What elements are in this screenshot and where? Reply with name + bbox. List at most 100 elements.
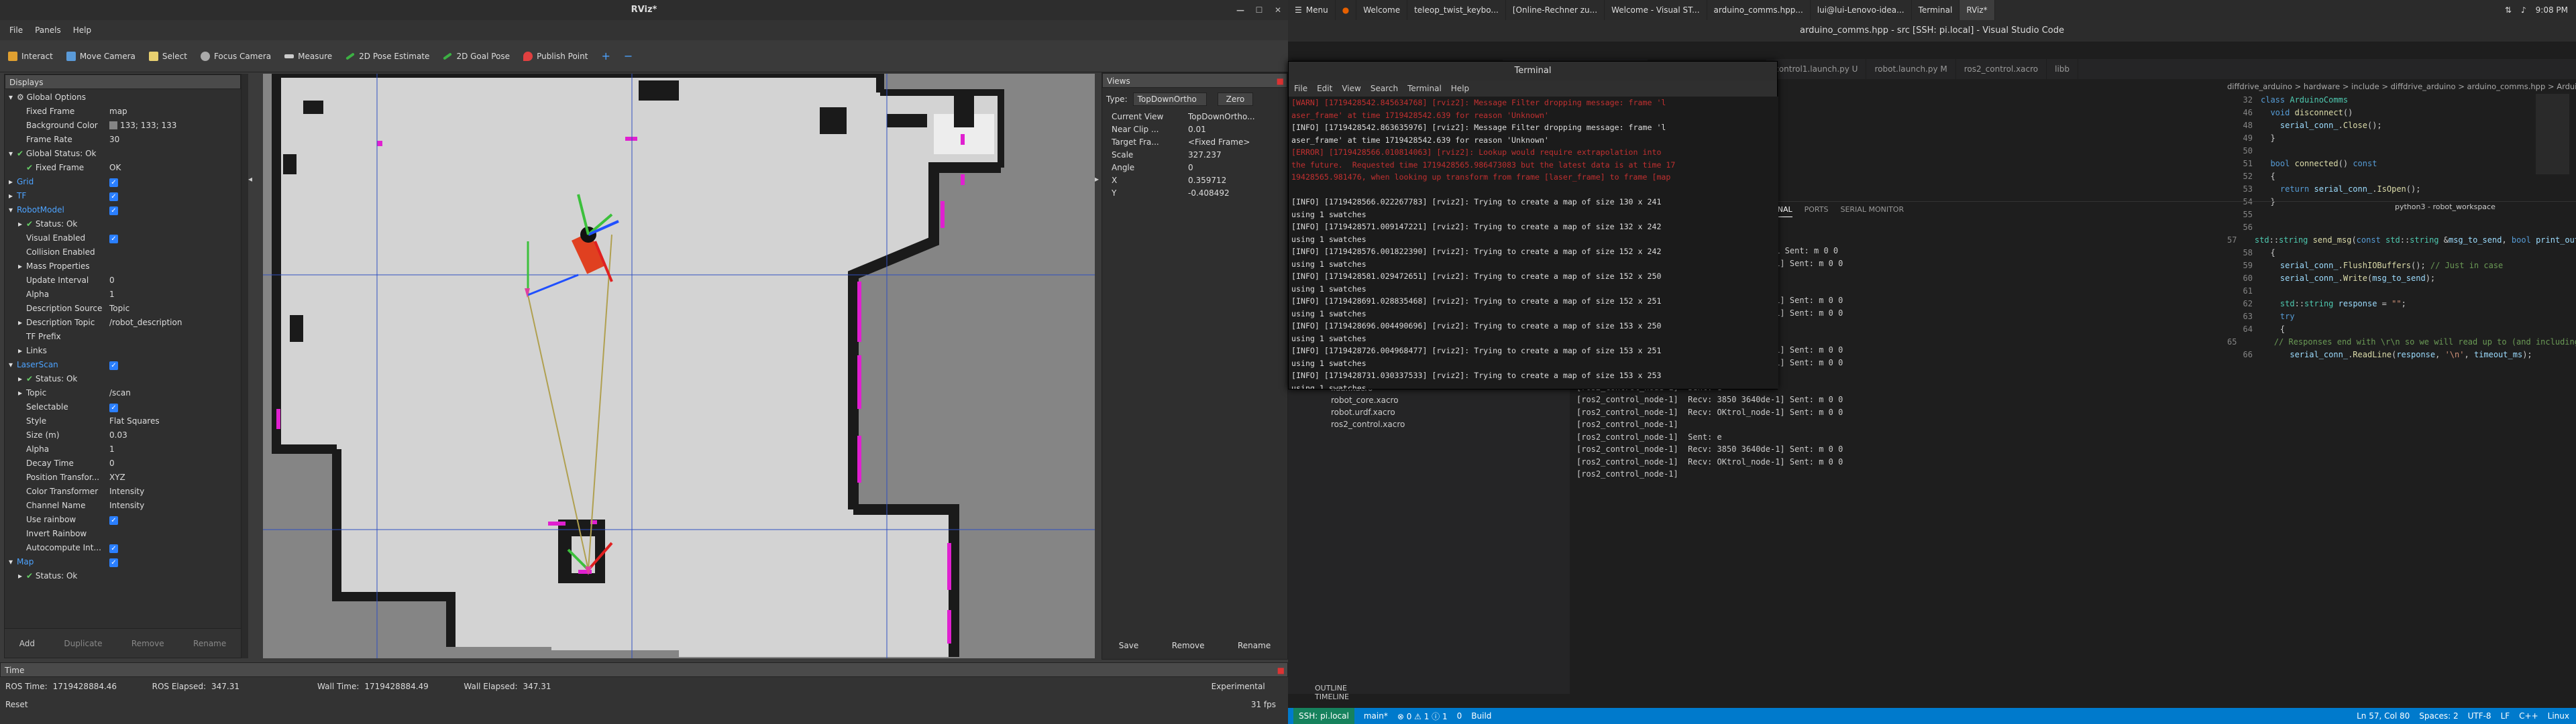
editor-tab[interactable]: libb bbox=[2047, 59, 2079, 79]
save-view-button[interactable]: Save bbox=[1119, 641, 1138, 650]
view-property-value[interactable]: TopDownOrtho... bbox=[1188, 111, 1287, 123]
menu-help[interactable]: Help bbox=[73, 20, 91, 40]
display-row[interactable]: Frame Rate 30 bbox=[5, 133, 236, 147]
add-tool-button[interactable]: + bbox=[601, 50, 610, 62]
display-row[interactable]: ▸ Links bbox=[5, 344, 236, 358]
display-property-value[interactable]: Intensity bbox=[105, 499, 236, 513]
view-type-select[interactable]: TopDownOrtho bbox=[1132, 93, 1207, 106]
display-property-value[interactable] bbox=[105, 245, 236, 259]
display-row[interactable]: ▸ Topic/scan bbox=[5, 386, 236, 400]
terminal-session[interactable]: python3 - robot_workspace bbox=[2395, 202, 2496, 211]
view-property-value[interactable]: 327.237 bbox=[1188, 149, 1287, 162]
display-property-value[interactable] bbox=[105, 147, 236, 161]
display-row[interactable]: Size (m) 0.03 bbox=[5, 428, 236, 442]
editor-tab[interactable]: robot.launch.py M bbox=[1866, 59, 1956, 79]
close-icon[interactable]: ✕ bbox=[1272, 4, 1284, 16]
taskbar-item-ssh[interactable]: lui@lui-Lenovo-idea... bbox=[1811, 0, 1912, 20]
view-property-row[interactable]: Scale 327.237 bbox=[1102, 149, 1287, 162]
display-row[interactable]: Position Transfor... XYZ bbox=[5, 471, 236, 485]
render-viewport[interactable] bbox=[263, 74, 1095, 658]
displays-scrollbar[interactable] bbox=[241, 74, 248, 658]
display-row[interactable]: ▸ Grid ✓ bbox=[5, 175, 236, 189]
expand-toggle-icon[interactable]: ▸ bbox=[9, 175, 17, 189]
taskbar-item-arduino-comms[interactable]: arduino_comms.hpp... bbox=[1707, 0, 1811, 20]
display-property-value[interactable]: 0 bbox=[105, 457, 236, 471]
tool-2d-goal-pose[interactable]: 2D Goal Pose bbox=[443, 52, 510, 61]
expand-toggle-icon[interactable]: ▾ bbox=[9, 555, 17, 569]
tool-measure[interactable]: Measure bbox=[284, 52, 332, 61]
view-property-value[interactable]: <Fixed Frame> bbox=[1188, 136, 1287, 149]
taskbar-item-rviz[interactable]: RViz* bbox=[1960, 0, 1995, 20]
view-property-row[interactable]: Near Clip ... 0.01 bbox=[1102, 123, 1287, 136]
display-row[interactable]: Alpha 1 bbox=[5, 442, 236, 457]
explorer-item[interactable]: ros2_control.xacro bbox=[1288, 418, 1570, 430]
close-icon[interactable]: ■ bbox=[1277, 663, 1285, 678]
display-row[interactable]: Update Interval 0 bbox=[5, 274, 236, 288]
expand-toggle-icon[interactable]: ▸ bbox=[18, 217, 26, 231]
terminal-menu-item[interactable]: View bbox=[1342, 80, 1360, 97]
view-property-value[interactable]: 0.359712 bbox=[1188, 174, 1287, 187]
display-row[interactable]: Description Source Topic bbox=[5, 302, 236, 316]
maximize-icon[interactable]: ☐ bbox=[1253, 4, 1265, 16]
display-property-value[interactable]: map bbox=[105, 105, 236, 119]
checkbox[interactable]: ✓ bbox=[109, 235, 118, 243]
display-row[interactable]: ▾ LaserScan ✓ bbox=[5, 358, 236, 372]
expand-toggle-icon[interactable]: ▾ bbox=[9, 147, 17, 161]
display-property-value[interactable]: ✓ bbox=[105, 555, 236, 569]
tool-focus-camera[interactable]: Focus Camera bbox=[200, 51, 271, 61]
taskbar-item-terminal[interactable]: Terminal bbox=[1912, 0, 1960, 20]
view-property-value[interactable]: 0 bbox=[1188, 162, 1287, 174]
editor-tab[interactable]: ros2_control.xacro bbox=[1956, 59, 2047, 79]
rename-display-button[interactable]: Rename bbox=[193, 639, 226, 648]
firefox-launcher[interactable]: ● bbox=[1336, 0, 1357, 20]
terminal-menu-item[interactable]: File bbox=[1294, 80, 1307, 97]
minimap[interactable] bbox=[2536, 94, 2569, 174]
display-property-value[interactable] bbox=[105, 217, 236, 231]
display-property-value[interactable]: /robot_description bbox=[105, 316, 236, 330]
display-property-value[interactable]: 133; 133; 133 bbox=[105, 119, 236, 133]
expand-toggle-icon[interactable]: ▸ bbox=[18, 386, 26, 400]
branch-indicator[interactable]: main* bbox=[1364, 711, 1388, 721]
display-property-value[interactable]: 1 bbox=[105, 288, 236, 302]
taskbar-item-welcome[interactable]: Welcome bbox=[1356, 0, 1408, 20]
display-row[interactable]: ▸ Mass Properties bbox=[5, 259, 236, 274]
display-row[interactable]: Visual Enabled ✓ bbox=[5, 231, 236, 245]
expand-toggle-icon[interactable]: ▸ bbox=[18, 316, 26, 330]
collapse-left-icon[interactable]: ◂ bbox=[248, 174, 262, 188]
display-property-value[interactable]: Topic bbox=[105, 302, 236, 316]
view-property-value[interactable]: 0.01 bbox=[1188, 123, 1287, 136]
taskbar-item-teleop[interactable]: teleop_twist_keybo... bbox=[1407, 0, 1506, 20]
explorer-item[interactable]: robot.urdf.xacro bbox=[1288, 406, 1570, 418]
view-property-value[interactable]: -0.408492 bbox=[1188, 187, 1287, 200]
expand-toggle-icon[interactable]: ▸ bbox=[18, 259, 26, 274]
terminal-menu-item[interactable]: Search bbox=[1371, 80, 1398, 97]
display-row[interactable]: Fixed Frame map bbox=[5, 105, 236, 119]
volume-icon[interactable]: ♪ bbox=[2521, 5, 2526, 15]
display-property-value[interactable]: 1 bbox=[105, 442, 236, 457]
platform[interactable]: Linux bbox=[2548, 711, 2569, 721]
editor-tab[interactable]: control1.launch.py U bbox=[1766, 59, 1867, 79]
display-property-value[interactable]: ✓ bbox=[105, 513, 236, 527]
expand-toggle-icon[interactable]: ▸ bbox=[18, 569, 26, 583]
checkbox[interactable]: ✓ bbox=[109, 206, 118, 215]
display-row[interactable]: Color Transformer Intensity bbox=[5, 485, 236, 499]
panel-tab[interactable]: PORTS bbox=[1805, 202, 1829, 217]
experimental-checkbox[interactable]: Experimental bbox=[1212, 682, 1265, 691]
display-property-value[interactable]: ✓ bbox=[105, 175, 236, 189]
display-property-value[interactable]: ✓ bbox=[105, 189, 236, 203]
display-row[interactable]: Channel Name Intensity bbox=[5, 499, 236, 513]
checkbox[interactable]: ✓ bbox=[109, 178, 118, 187]
minimize-icon[interactable]: — bbox=[1234, 4, 1246, 16]
checkbox[interactable]: ✓ bbox=[109, 544, 118, 553]
language-mode[interactable]: C++ bbox=[2519, 711, 2538, 721]
display-row[interactable]: Use rainbow ✓ bbox=[5, 513, 236, 527]
expand-toggle-icon[interactable]: ▾ bbox=[9, 90, 17, 105]
view-property-row[interactable]: Current View TopDownOrtho... bbox=[1102, 111, 1287, 123]
display-property-value[interactable]: ✓ bbox=[105, 203, 236, 217]
collapse-right-icon[interactable]: ▸ bbox=[1095, 174, 1102, 188]
display-row[interactable]: ✔ Fixed Frame OK bbox=[5, 161, 236, 175]
build-button[interactable]: Build bbox=[1471, 711, 1491, 721]
menu-panels[interactable]: Panels bbox=[35, 20, 61, 40]
tool-interact[interactable]: Interact bbox=[8, 51, 53, 61]
display-property-value[interactable]: OK bbox=[105, 161, 236, 175]
